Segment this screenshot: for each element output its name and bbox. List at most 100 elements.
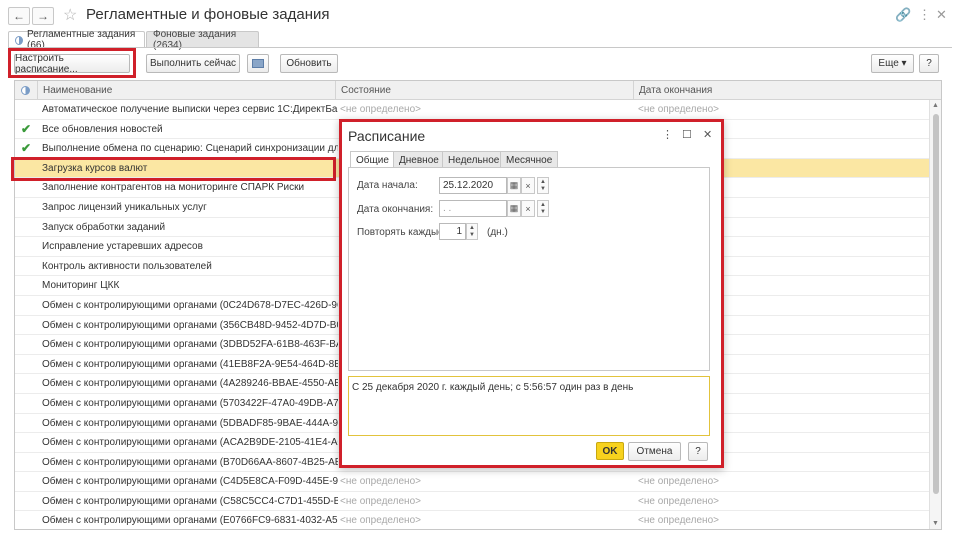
row-state-cell: <не определено>	[340, 476, 421, 488]
row-end-date-cell: <не определено>	[638, 476, 719, 488]
end-date-label: Дата окончания:	[357, 204, 434, 215]
spin-down-icon: ▼	[540, 209, 546, 216]
dialog-help-button[interactable]: ?	[688, 442, 708, 461]
tab-divider	[8, 47, 952, 48]
repeat-days-stepper[interactable]: ▲ ▼	[466, 223, 478, 240]
end-date-input[interactable]: . .	[439, 200, 507, 217]
close-icon[interactable]: ✕	[936, 7, 947, 23]
back-button[interactable]: ←	[8, 7, 30, 25]
dialog-tab-weekly[interactable]: Недельное	[442, 151, 506, 168]
clock-icon	[21, 86, 30, 95]
clear-end-date-button[interactable]: ×	[521, 200, 535, 217]
row-name-cell: Обмен с контролирующими органами (4A2892…	[42, 378, 338, 390]
row-name-cell: Обмен с контролирующими органами (3DBD52…	[42, 339, 338, 351]
refresh-button[interactable]: Обновить	[280, 54, 338, 73]
start-date-stepper[interactable]: ▲ ▼	[537, 177, 549, 194]
column-header-state[interactable]: Состояние	[335, 81, 633, 100]
row-name-cell: Автоматическое получение выписки через с…	[42, 104, 338, 115]
dialog-tab-daily[interactable]: Дневное	[393, 151, 445, 168]
calendar-icon: ▦	[509, 180, 519, 190]
tab-scheduled-jobs[interactable]: Регламентные задания (66)	[8, 29, 145, 51]
checkmark-icon: ✔	[21, 121, 32, 136]
row-state-cell: <не определено>	[340, 495, 421, 507]
vertical-scrollbar[interactable]: ▲ ▼	[929, 100, 941, 529]
scroll-down-icon[interactable]: ▼	[932, 520, 939, 527]
schedule-dialog: Расписание ⋮ ☐ ✕ Общие Дневное Недельное…	[339, 119, 724, 468]
clear-start-date-button[interactable]: ×	[521, 177, 535, 194]
column-header-name[interactable]: Наименование	[37, 81, 340, 100]
row-name-cell: Обмен с контролирующими органами (B70D66…	[42, 456, 338, 468]
row-end-date-cell: <не определено>	[638, 495, 719, 507]
start-date-label: Дата начала:	[357, 180, 418, 191]
row-name-cell: Обмен с контролирующими органами (C58C5C…	[42, 495, 338, 507]
page-title: Регламентные и фоновые задания	[86, 6, 330, 23]
row-end-date-cell: <не определено>	[638, 104, 719, 115]
help-button[interactable]: ?	[919, 54, 939, 73]
row-name-cell: Обмен с контролирующими органами (5DBADF…	[42, 417, 338, 429]
highlight-frame	[8, 48, 136, 78]
row-name-cell: Исправление устаревших адресов	[42, 241, 203, 253]
row-name-cell: Обмен с контролирующими органами (E0766F…	[42, 515, 338, 527]
row-name-cell: Обмен с контролирующими органами (ACA2B9…	[42, 437, 338, 449]
row-name-cell: Обмен с контролирующими органами (41EB8F…	[42, 358, 338, 370]
calendar-button[interactable]: ▦	[507, 177, 521, 194]
arrow-right-icon: →	[37, 9, 49, 23]
spin-up-icon: ▲	[469, 224, 475, 231]
clock-icon	[15, 35, 24, 45]
row-end-date-cell: <не определено>	[638, 515, 719, 527]
spin-up-icon: ▲	[540, 201, 546, 208]
calendar-button[interactable]: ▦	[507, 200, 521, 217]
table-header: Наименование Состояние Дата окончания	[15, 81, 941, 100]
row-state-cell: <не определено>	[340, 104, 421, 115]
row-name-cell: Все обновления новостей	[42, 123, 163, 135]
cancel-button[interactable]: Отмена	[628, 442, 681, 461]
end-date-stepper[interactable]: ▲ ▼	[537, 200, 549, 217]
repeat-days-input[interactable]: 1	[439, 223, 466, 240]
table-row[interactable]: Обмен с контролирующими органами (C58C5C…	[15, 492, 929, 512]
arrow-left-icon: ←	[13, 9, 25, 23]
log-button[interactable]	[247, 54, 269, 73]
row-name-cell: Запуск обработки заданий	[42, 221, 166, 233]
column-header-end-date[interactable]: Дата окончания	[633, 81, 933, 100]
run-now-button[interactable]: Выполнить сейчас	[146, 54, 240, 73]
row-highlight-frame	[11, 157, 336, 181]
table-row[interactable]: Обмен с контролирующими органами (C4D5E8…	[15, 472, 929, 492]
row-name-cell: Обмен с контролирующими органами (570342…	[42, 397, 338, 409]
dialog-close-icon[interactable]: ✕	[703, 128, 712, 141]
spin-up-icon: ▲	[540, 178, 546, 185]
row-name-cell: Мониторинг ЦКК	[42, 280, 120, 292]
checkmark-icon: ✔	[21, 141, 32, 156]
maximize-icon[interactable]: ☐	[682, 128, 692, 141]
row-name-cell: Контроль активности пользователей	[42, 260, 212, 272]
schedule-summary[interactable]: С 25 декабря 2020 г. каждый день; с 5:56…	[348, 376, 710, 436]
dialog-tab-general[interactable]: Общие	[350, 151, 395, 168]
star-icon[interactable]: ☆	[63, 5, 77, 25]
start-date-input[interactable]: 25.12.2020	[439, 177, 507, 194]
repeat-unit-label: (дн.)	[487, 227, 508, 238]
spin-down-icon: ▼	[469, 232, 475, 239]
dialog-tab-monthly[interactable]: Месячное	[500, 151, 559, 168]
menu-icon[interactable]: ⋮	[918, 7, 931, 23]
general-tab-panel: Дата начала: 25.12.2020 ▦ × ▲ ▼ Дата окон…	[348, 167, 710, 371]
table-row[interactable]: Автоматическое получение выписки через с…	[15, 100, 929, 120]
forward-button[interactable]: →	[32, 7, 54, 25]
clear-icon: ×	[525, 203, 531, 214]
scrollbar-thumb[interactable]	[933, 114, 939, 494]
tab-background-jobs[interactable]: Фоновые задания (2634)	[146, 29, 259, 51]
ok-button[interactable]: OK	[596, 442, 624, 460]
more-button[interactable]: Еще ▾	[871, 54, 914, 73]
link-icon[interactable]: 🔗	[895, 7, 911, 23]
clear-icon: ×	[525, 180, 531, 191]
row-name-cell: Обмен с контролирующими органами (0C24D6…	[42, 299, 338, 311]
spin-down-icon: ▼	[540, 186, 546, 193]
scroll-up-icon[interactable]: ▲	[932, 102, 939, 109]
row-name-cell: Обмен с контролирующими органами (C4D5E8…	[42, 476, 338, 488]
row-name-cell: Выполнение обмена по сценарию: Сценарий …	[42, 143, 338, 155]
row-name-cell: Запрос лицензий уникальных услуг	[42, 201, 207, 213]
table-row[interactable]: Обмен с контролирующими органами (E0766F…	[15, 511, 929, 529]
log-icon	[252, 59, 264, 68]
repeat-every-label: Повторять каждые:	[357, 227, 447, 238]
calendar-icon: ▦	[509, 203, 519, 213]
dialog-menu-icon[interactable]: ⋮	[662, 128, 673, 141]
row-name-cell: Заполнение контрагентов на мониторинге С…	[42, 182, 305, 194]
